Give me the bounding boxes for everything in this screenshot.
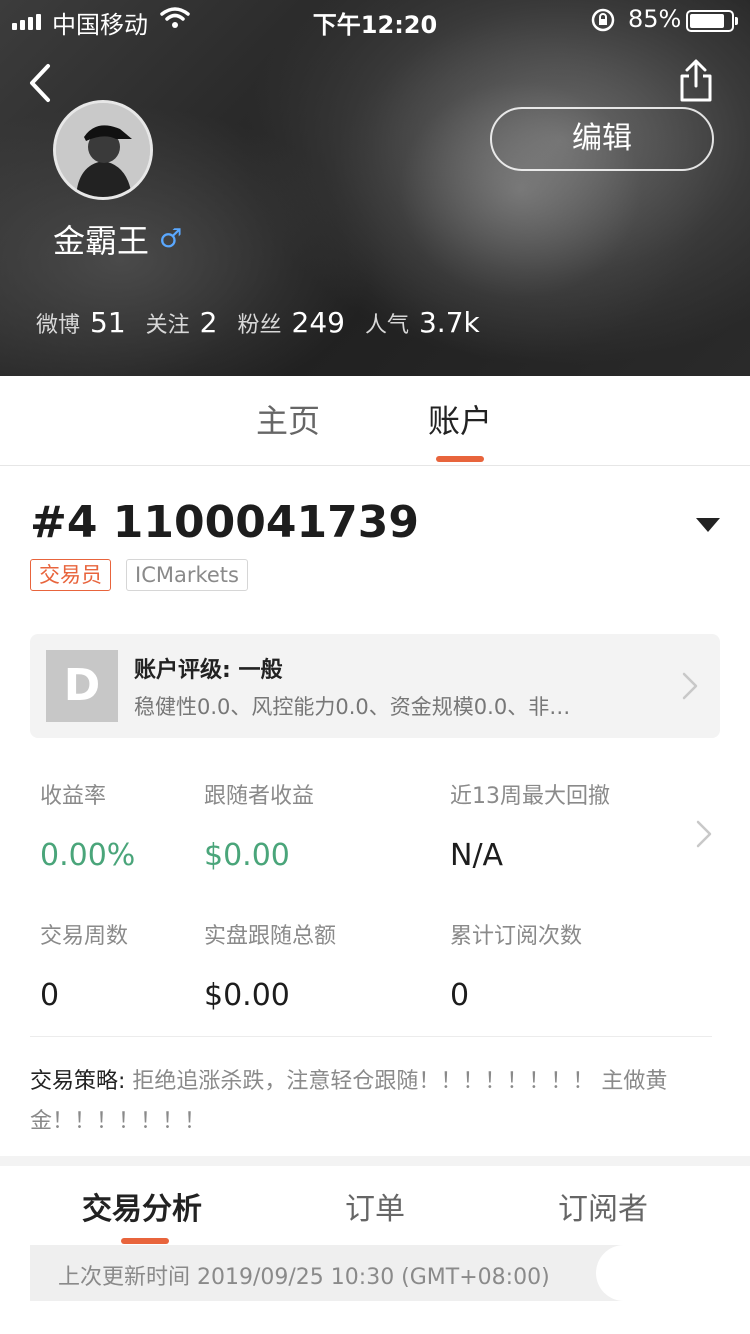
metric-subscription-count: 累计订阅次数 0	[450, 918, 582, 1013]
avatar-image	[56, 103, 150, 197]
metric-max-drawdown: 近13周最大回撤 N/A	[450, 778, 610, 873]
stat-fans[interactable]: 粉丝 249	[238, 306, 345, 339]
tab-orders[interactable]: 订单	[345, 1184, 405, 1228]
profile-stats: 微博 51 关注 2 粉丝 249 人气 3.7k	[36, 306, 500, 339]
metric-label: 累计订阅次数	[450, 924, 583, 949]
account-dropdown-icon[interactable]	[696, 518, 720, 532]
stat-label: 粉丝	[237, 313, 282, 338]
battery-icon	[686, 10, 738, 32]
avatar[interactable]	[53, 100, 153, 200]
tab-indicator	[436, 456, 484, 462]
share-icon[interactable]	[674, 58, 718, 104]
stat-value: 51	[90, 306, 126, 339]
profile-tabs: 主页 账户	[0, 376, 750, 466]
analysis-tabs: 交易分析 订单 订阅者	[0, 1166, 750, 1246]
rotation-lock-icon	[591, 8, 615, 32]
username: 金霸王	[53, 222, 150, 260]
status-bar: 中国移动 下午12:20 85%	[0, 0, 750, 40]
metric-value: 0	[40, 978, 60, 1013]
metric-value: 0.00%	[40, 838, 136, 873]
strategy-label: 交易策略:	[30, 1069, 126, 1094]
account-title: #4 1100041739	[30, 497, 419, 548]
battery-percent: 85%	[628, 5, 682, 33]
stat-value: 3.7k	[418, 306, 480, 339]
metric-live-follow-total: 实盘跟随总额 $0.00	[204, 918, 336, 1013]
chevron-right-icon	[682, 672, 698, 700]
back-icon[interactable]	[24, 60, 64, 106]
metric-label: 跟随者收益	[204, 784, 315, 809]
stat-value: 2	[199, 306, 218, 339]
metric-label: 实盘跟随总额	[204, 924, 337, 949]
metric-follower-profit: 跟随者收益 $0.00	[204, 778, 314, 873]
last-update-bar: 上次更新时间 2019/09/25 10:30 (GMT+08:00)	[30, 1245, 720, 1301]
metric-value: $0.00	[204, 838, 290, 873]
stat-following[interactable]: 关注 2	[146, 306, 218, 339]
metric-label: 近13周最大回撤	[450, 784, 610, 809]
tab-account[interactable]: 账户	[428, 396, 492, 442]
stat-weibo[interactable]: 微博 51	[36, 306, 126, 339]
broker-badge: ICMarkets	[126, 559, 248, 591]
metrics-chevron-right-icon[interactable]	[694, 818, 714, 850]
metric-return-rate: 收益率 0.00%	[40, 778, 135, 873]
subtab-indicator	[121, 1238, 169, 1244]
rating-title: 账户评级: 一般	[134, 658, 283, 683]
trader-badge: 交易员	[30, 559, 111, 591]
update-bar-notch	[596, 1245, 720, 1301]
account-rating-card[interactable]: D 账户评级: 一般 稳健性0.0、风控能力0.0、资金规模0.0、非…	[30, 634, 720, 738]
section-gap	[0, 1156, 750, 1166]
metric-label: 交易周数	[40, 924, 129, 949]
tab-trade-analysis[interactable]: 交易分析	[82, 1184, 202, 1228]
trading-strategy: 交易策略: 拒绝追涨杀跌，注意轻仓跟随！！！！！！！！ 主做黄金！！！！！！！	[30, 1062, 720, 1142]
profile-header: 中国移动 下午12:20 85% 编辑 金霸王 ♂ 微博 51 关注 2 粉丝 …	[0, 0, 750, 376]
tab-home[interactable]: 主页	[256, 396, 320, 442]
rating-grade: D	[46, 650, 118, 722]
stat-value: 249	[291, 306, 345, 339]
username-row: 金霸王 ♂	[53, 216, 182, 262]
strategy-text: 拒绝追涨杀跌，注意轻仓跟随！！！！！！！！ 主做黄金！！！！！！！	[30, 1069, 668, 1134]
stat-label: 微博	[36, 313, 81, 338]
divider	[30, 1036, 712, 1037]
metric-value: N/A	[450, 838, 504, 873]
metric-value: $0.00	[204, 978, 290, 1013]
edit-profile-button[interactable]: 编辑	[490, 107, 714, 171]
stat-label: 关注	[145, 313, 190, 338]
tab-subscribers[interactable]: 订阅者	[558, 1184, 648, 1228]
battery-fill	[690, 14, 724, 28]
last-update-text: 上次更新时间 2019/09/25 10:30 (GMT+08:00)	[58, 1265, 550, 1290]
metric-value: 0	[450, 978, 470, 1013]
stat-label: 人气	[364, 313, 409, 338]
rating-detail: 稳健性0.0、风控能力0.0、资金规模0.0、非…	[134, 695, 571, 719]
stat-popularity: 人气 3.7k	[365, 306, 480, 339]
male-icon: ♂	[159, 224, 183, 254]
metric-label: 收益率	[40, 784, 107, 809]
metric-trade-weeks: 交易周数 0	[40, 918, 128, 1013]
